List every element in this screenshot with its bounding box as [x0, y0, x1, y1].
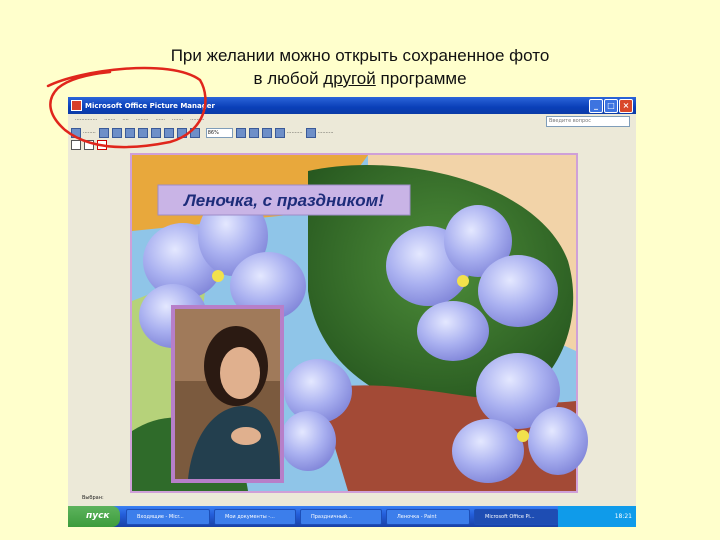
greeting-picture: Леночка, с праздником! [130, 153, 588, 493]
taskbar-item[interactable]: Мои документы -... [214, 509, 296, 525]
thumbnail-view-icon[interactable] [71, 140, 81, 150]
rotate-left-icon[interactable] [248, 127, 259, 138]
menu-item[interactable]: ······· [172, 117, 183, 123]
shortcuts-icon[interactable] [71, 127, 81, 138]
window-title: Microsoft Office Picture Manager [85, 101, 215, 110]
zoom-out-icon[interactable] [189, 127, 200, 138]
caption-line-1: При желании можно открыть сохраненное фо… [170, 46, 550, 65]
picture-manager-screenshot: Microsoft Office Picture Manager _ □ × ·… [68, 97, 636, 527]
caption-line-2: в любой другой программе [0, 67, 720, 90]
menu-item[interactable]: ······ [155, 117, 165, 123]
greeting-text: Леночка, с праздником! [182, 191, 384, 210]
zoom-in-icon[interactable] [235, 127, 246, 138]
caption-underlined-word: другой [323, 69, 376, 88]
maximize-button[interactable]: □ [604, 99, 618, 113]
status-bar: Выбран: [68, 495, 636, 506]
system-tray: 18:21 [558, 506, 636, 527]
mail-icon[interactable] [124, 127, 135, 138]
filmstrip-view-icon[interactable] [84, 140, 94, 150]
taskbar-item[interactable]: Праздничный... [300, 509, 382, 525]
window-controls: _ □ × [589, 99, 633, 113]
save-icon[interactable] [98, 127, 109, 138]
single-picture-view-icon[interactable] [97, 140, 107, 150]
view-toolbar [68, 139, 636, 151]
menu-item[interactable]: ······· [104, 117, 115, 123]
windows-taskbar: пуск Входящие - Micr... Мои документы -.… [68, 506, 636, 527]
caption-line-2-start: в любой [253, 69, 324, 88]
standard-toolbar: ········ 86% ·········· ·········· [68, 126, 636, 139]
picture-canvas: Леночка, с праздником! [68, 151, 636, 495]
auto-correct-icon[interactable] [305, 127, 316, 138]
taskbar-item[interactable]: Входящие - Micr... [126, 509, 210, 525]
status-text: Выбран: [82, 495, 104, 501]
menu-item[interactable]: ········· [190, 117, 204, 123]
close-button[interactable]: × [619, 99, 633, 113]
taskbar-item-active[interactable]: Microsoft Office Pi... [474, 509, 558, 525]
clock: 18:21 [614, 513, 632, 520]
minimize-button[interactable]: _ [589, 99, 603, 113]
menu-item[interactable]: ·············· [75, 117, 97, 123]
taskbar-item[interactable]: Леночка - Paint [386, 509, 470, 525]
caption-line-2-end: программе [375, 69, 467, 88]
undo-icon[interactable] [176, 127, 187, 138]
cut-icon[interactable] [137, 127, 148, 138]
zoom-select[interactable]: 86% [205, 127, 233, 138]
app-icon [71, 100, 82, 111]
edit-pictures-icon[interactable] [274, 127, 285, 138]
window-title-bar[interactable]: Microsoft Office Picture Manager _ □ × [68, 97, 636, 114]
copy-icon[interactable] [150, 127, 161, 138]
slide-caption: При желании можно открыть сохраненное фо… [0, 44, 720, 90]
print-icon[interactable] [111, 127, 122, 138]
rotate-right-icon[interactable] [261, 127, 272, 138]
start-button[interactable]: пуск [68, 506, 120, 527]
paste-icon[interactable] [163, 127, 174, 138]
menu-item[interactable]: ········ [136, 117, 149, 123]
menu-item[interactable]: ···· [122, 117, 128, 123]
